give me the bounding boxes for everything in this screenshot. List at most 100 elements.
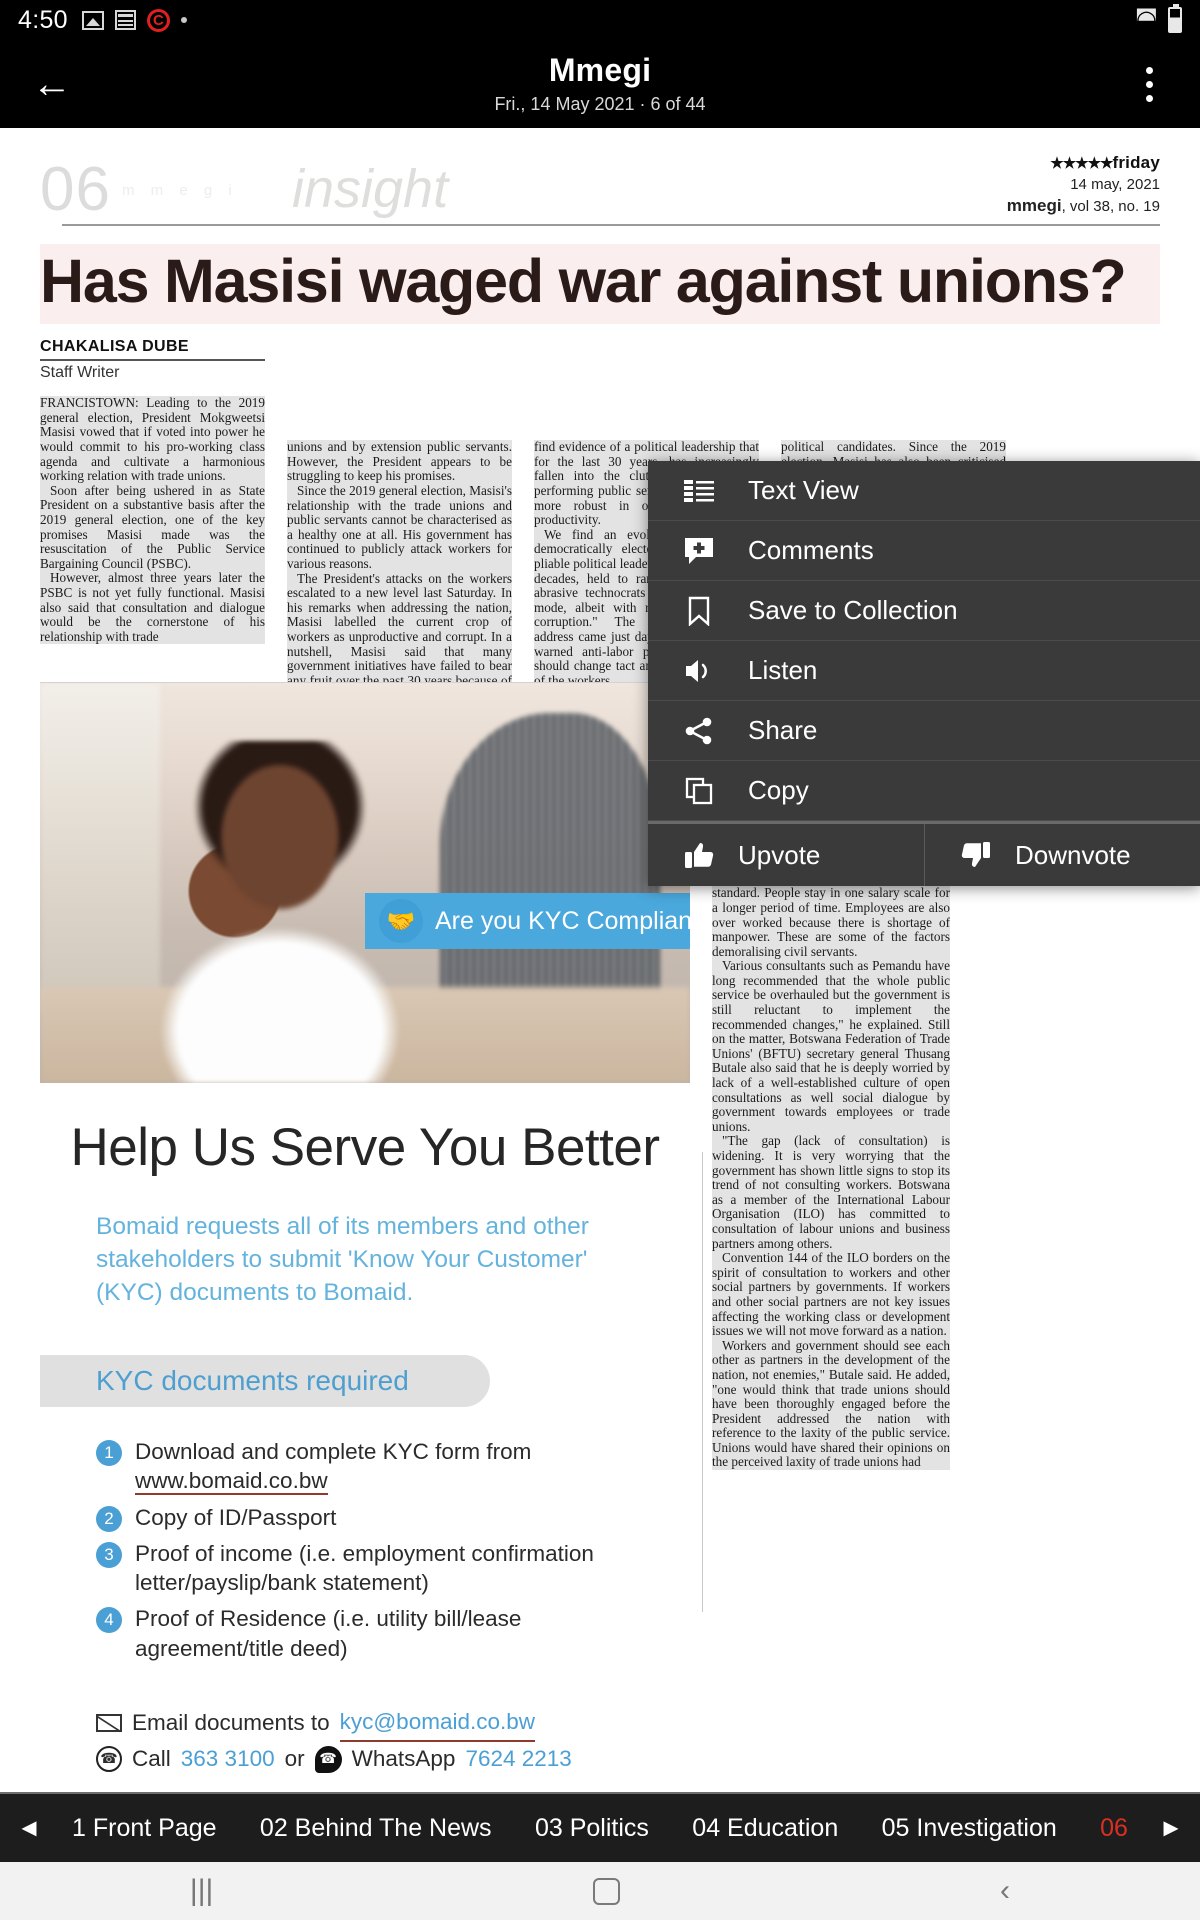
image-icon — [81, 10, 104, 30]
menu-item-label: Share — [748, 715, 818, 745]
app-bar: ← Mmegi Fri., 14 May 2021 · 6 of 44 — [0, 40, 1200, 128]
or-label: or — [284, 1745, 305, 1771]
menu-item-label: Listen — [748, 655, 818, 685]
advert-photo: 🤝 Are you KYC Complian — [40, 683, 690, 1083]
list-number: 1 — [96, 1440, 122, 1467]
left-triangle-icon[interactable]: ◄ — [0, 1814, 58, 1843]
kyc-banner-text: Are you KYC Complian — [435, 906, 690, 935]
menu-item-label: Copy — [748, 775, 809, 805]
envelope-icon — [96, 1714, 122, 1733]
list-item: 3 Proof of income (i.e. employment confi… — [96, 1539, 670, 1598]
masthead-page-number: 06 — [40, 155, 111, 224]
android-nav-bar[interactable]: ||| ‹ — [0, 1862, 1200, 1920]
section-tab-education[interactable]: 04 Education — [682, 1814, 848, 1843]
contact-email-row: Email documents to kyc@bomaid.co.bw — [96, 1705, 670, 1742]
advert-lead: Bomaid requests all of its members and o… — [96, 1213, 589, 1307]
list-number: 2 — [96, 1505, 122, 1532]
bookmark-icon — [682, 594, 716, 628]
android-status-bar: 4:50 C ◚ — [0, 0, 1200, 40]
share-icon — [682, 714, 716, 748]
masthead-meta: ★★★★★friday 14 may, 2021 mmegi, vol 38, … — [1007, 152, 1160, 218]
advert-body: Help Us Serve You Better Bomaid requests… — [40, 1083, 690, 1792]
speaker-icon — [682, 654, 716, 688]
context-menu[interactable]: Text View Comments Save to Collection Li… — [648, 461, 1200, 886]
downvote-button[interactable]: Downvote — [924, 824, 1200, 886]
masthead: 06 m m e g i insight ★★★★★friday 14 may,… — [40, 152, 1160, 232]
list-text-body: Download and complete KYC form from — [135, 1439, 532, 1465]
battery-icon — [1168, 4, 1182, 33]
menu-item-copy[interactable]: Copy — [648, 761, 1200, 821]
menu-item-label: Text View — [748, 475, 859, 505]
call-label: Call — [132, 1745, 171, 1771]
paragraph: Since the 2019 general election, Masisi'… — [287, 483, 512, 572]
whatsapp-number[interactable]: 7624 2213 — [465, 1742, 571, 1777]
copy-icon — [682, 774, 716, 808]
back-chevron-icon[interactable]: ‹ — [1000, 1876, 1010, 1906]
menu-item-label: Comments — [748, 535, 874, 565]
byline-role: Staff Writer — [40, 364, 120, 382]
masthead-ghost-text: m m e g i — [122, 182, 238, 199]
section-tab-politics[interactable]: 03 Politics — [525, 1814, 659, 1843]
dot-icon — [180, 17, 187, 23]
kyc-banner: 🤝 Are you KYC Complian — [365, 893, 690, 949]
advertisement[interactable]: 🤝 Are you KYC Complian Help Us Serve You… — [40, 682, 690, 1792]
menu-item-comments[interactable]: Comments — [648, 521, 1200, 581]
advert-pill-label: KYC documents required — [96, 1365, 409, 1397]
byline-author: CHAKALISA DUBE — [40, 338, 265, 362]
byline: CHAKALISA DUBE Staff Writer — [40, 338, 265, 382]
paragraph: unions and by extension public servants.… — [287, 439, 512, 484]
paragraph: "The gap (lack of consultation) is widen… — [712, 1133, 950, 1252]
masthead-stars: ★★★★★ — [1050, 155, 1113, 172]
masthead-section: insight — [292, 159, 449, 219]
menu-item-share[interactable]: Share — [648, 701, 1200, 761]
section-tabs: 1 Front Page 02 Behind The News 03 Polit… — [58, 1814, 1142, 1843]
article-headline: Has Masisi waged war against unions? — [40, 244, 1160, 325]
list-item: 4 Proof of Residence (i.e. utility bill/… — [96, 1604, 670, 1663]
section-tab-investigation[interactable]: 05 Investigation — [872, 1814, 1067, 1843]
contact-phone-row: ☎ Call 363 3100 or ☎ WhatsApp 7624 2213 … — [96, 1742, 670, 1792]
section-tab-front-page[interactable]: 1 Front Page — [62, 1814, 227, 1843]
list-text: Copy of ID/Passport — [135, 1504, 337, 1530]
masthead-publication: mmegi — [1006, 196, 1062, 216]
paragraph: However, almost three years later the PS… — [40, 570, 265, 645]
paragraph: Soon after being ushered in as State Pre… — [40, 482, 265, 572]
call-number[interactable]: 363 3100 — [181, 1742, 275, 1777]
section-nav[interactable]: ◄ 1 Front Page 02 Behind The News 03 Pol… — [0, 1792, 1200, 1862]
opera-icon: C — [146, 8, 170, 32]
right-triangle-icon[interactable]: ► — [1142, 1814, 1200, 1843]
wifi-icon: ◚ — [1134, 6, 1158, 33]
status-clock: 4:50 — [18, 5, 68, 34]
list-text: Proof of income (i.e. employment confirm… — [135, 1540, 594, 1596]
home-icon[interactable] — [593, 1877, 621, 1905]
list-number: 3 — [96, 1541, 122, 1568]
thumbs-down-icon — [959, 838, 993, 872]
bomaid-website-link[interactable]: www.bomaid.co.bw — [135, 1468, 328, 1496]
back-arrow-icon[interactable]: ← — [22, 54, 82, 114]
paragraph: Workers and government should see each o… — [712, 1337, 950, 1471]
newspaper-page[interactable]: 06 m m e g i insight ★★★★★friday 14 may,… — [0, 128, 1200, 1792]
vote-label: Downvote — [1015, 839, 1131, 870]
handshake-icon: 🤝 — [379, 899, 423, 943]
list-number: 4 — [96, 1607, 122, 1634]
upvote-button[interactable]: Upvote — [648, 824, 924, 886]
recents-icon[interactable]: ||| — [190, 1876, 213, 1906]
kebab-menu-icon[interactable] — [1124, 54, 1174, 114]
menu-item-listen[interactable]: Listen — [648, 641, 1200, 701]
list-text: Proof of Residence (i.e. utility bill/le… — [135, 1606, 522, 1661]
section-tab-behind-the-news[interactable]: 02 Behind The News — [250, 1814, 502, 1843]
email-label: Email documents to — [132, 1709, 330, 1735]
masthead-day: friday — [1112, 153, 1160, 172]
paragraph: Convention 144 of the ILO borders on the… — [712, 1250, 950, 1339]
column-divider — [702, 1152, 703, 1612]
email-link[interactable]: kyc@bomaid.co.bw — [339, 1705, 536, 1742]
section-tab-06[interactable]: 06 — [1090, 1814, 1138, 1843]
masthead-volume: , vol 38, no. 19 — [1061, 198, 1160, 216]
comment-plus-icon — [682, 534, 716, 568]
menu-item-text-view[interactable]: Text View — [648, 461, 1200, 521]
menu-item-save-to-collection[interactable]: Save to Collection — [648, 581, 1200, 641]
vote-row: Upvote Downvote — [648, 821, 1200, 886]
advert-heading: Help Us Serve You Better — [70, 1118, 660, 1177]
